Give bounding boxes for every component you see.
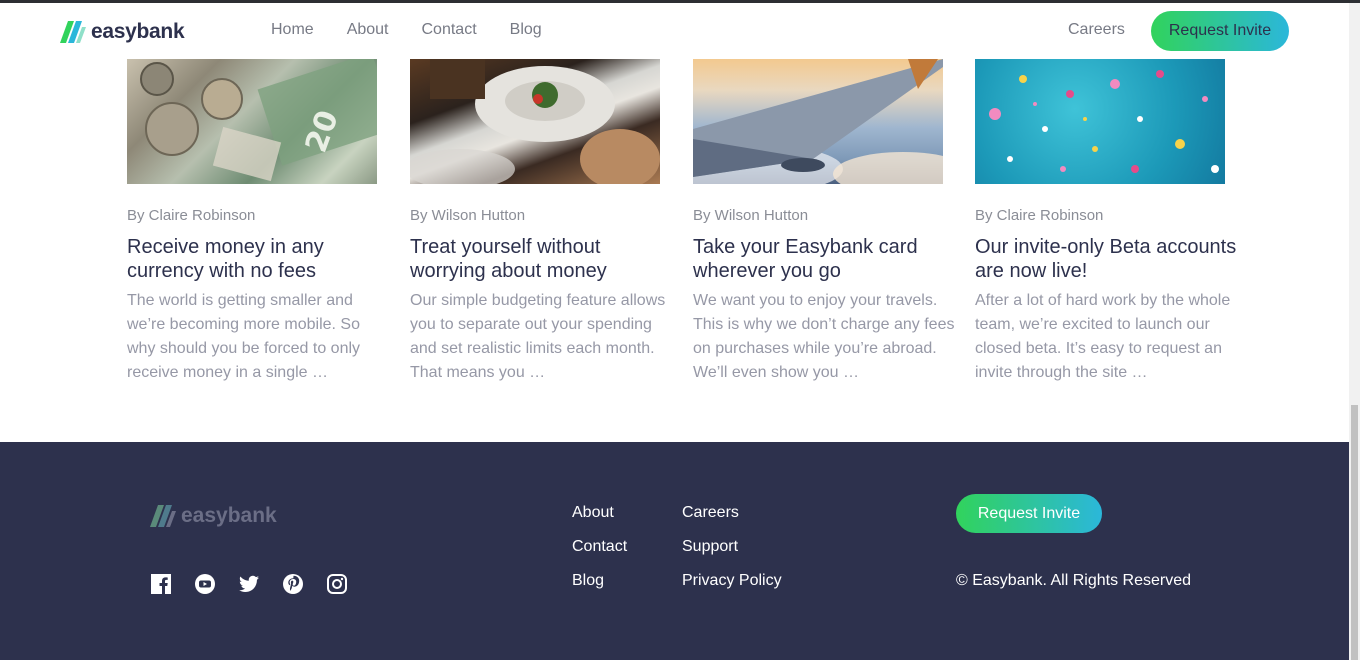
footer-link-privacy[interactable]: Privacy Policy: [682, 572, 782, 606]
facebook-icon[interactable]: [150, 573, 172, 595]
article-card[interactable]: 20 By Claire Robinson Receive money in a…: [127, 59, 389, 381]
currency-image: 20: [127, 59, 377, 184]
footer-links-col1: About Contact Blog: [572, 504, 627, 606]
restaurant-image: [410, 59, 660, 184]
logo-text: easybank: [91, 20, 185, 43]
page-scrollbar[interactable]: [1349, 3, 1360, 660]
copyright-text: © Easybank. All Rights Reserved: [956, 572, 1192, 589]
footer-request-invite-button[interactable]: Request Invite: [956, 494, 1102, 533]
article-excerpt: Our simple budgeting feature allows you …: [410, 292, 666, 381]
scrollbar-thumb[interactable]: [1351, 405, 1358, 660]
main-nav: Home About Contact Blog: [271, 21, 575, 39]
logo-icon: [60, 21, 88, 43]
site-footer: easybank About Contact Blog Careers Supp…: [0, 442, 1349, 660]
article-card[interactable]: By Wilson Hutton Take your Easybank card…: [693, 59, 955, 381]
header-logo[interactable]: easybank: [60, 20, 185, 44]
article-author: By Claire Robinson: [975, 207, 1104, 224]
article-card[interactable]: By Wilson Hutton Treat yourself without …: [410, 59, 672, 381]
social-links: [150, 573, 370, 595]
article-title[interactable]: Our invite-only Beta accounts are now li…: [975, 235, 1237, 283]
request-invite-button[interactable]: Request Invite: [1151, 11, 1289, 51]
footer-logo[interactable]: easybank: [150, 504, 277, 528]
nav-home[interactable]: Home: [271, 21, 314, 39]
footer-links-col2: Careers Support Privacy Policy: [682, 504, 782, 606]
pinterest-icon[interactable]: [282, 573, 304, 595]
article-card[interactable]: By Claire Robinson Our invite-only Beta …: [975, 59, 1237, 381]
nav-about[interactable]: About: [347, 21, 389, 39]
footer-link-support[interactable]: Support: [682, 538, 782, 572]
instagram-icon[interactable]: [326, 573, 348, 595]
article-title[interactable]: Treat yourself without worrying about mo…: [410, 235, 672, 283]
article-title[interactable]: Receive money in any currency with no fe…: [127, 235, 389, 283]
article-author: By Wilson Hutton: [410, 207, 526, 224]
article-author: By Claire Robinson: [127, 207, 256, 224]
logo-icon: [150, 505, 178, 527]
article-title[interactable]: Take your Easybank card wherever you go: [693, 235, 955, 283]
article-excerpt: After a lot of hard work by the whole te…: [975, 292, 1231, 381]
nav-careers[interactable]: Careers: [1068, 21, 1125, 39]
nav-blog[interactable]: Blog: [510, 21, 542, 39]
site-header: easybank Home About Contact Blog Careers…: [0, 3, 1349, 59]
article-author: By Wilson Hutton: [693, 207, 809, 224]
footer-link-contact[interactable]: Contact: [572, 538, 627, 572]
plane-image: [693, 59, 943, 184]
footer-link-blog[interactable]: Blog: [572, 572, 627, 606]
footer-logo-text: easybank: [181, 504, 277, 527]
nav-contact[interactable]: Contact: [422, 21, 477, 39]
confetti-image: [975, 59, 1225, 184]
footer-link-careers[interactable]: Careers: [682, 504, 782, 538]
article-excerpt: We want you to enjoy your travels. This …: [693, 292, 955, 381]
twitter-icon[interactable]: [238, 573, 260, 595]
footer-link-about[interactable]: About: [572, 504, 627, 538]
youtube-icon[interactable]: [194, 573, 216, 595]
article-excerpt: The world is getting smaller and we’re b…: [127, 292, 361, 381]
